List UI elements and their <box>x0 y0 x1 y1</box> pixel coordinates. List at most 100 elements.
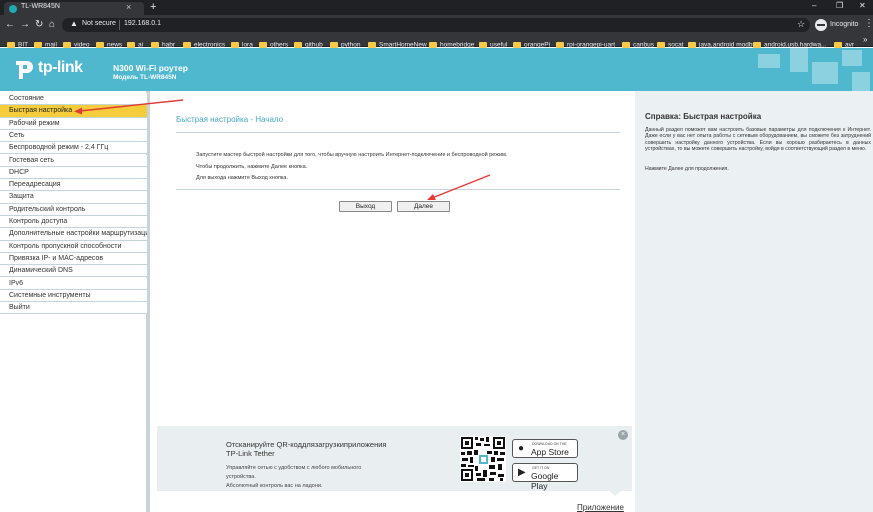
bookmark-item[interactable]: mail <box>34 36 57 48</box>
close-tab-icon[interactable]: × <box>126 2 131 12</box>
tab-title: TL-WR845N <box>21 3 60 10</box>
header-decoration <box>758 54 780 68</box>
folder-icon <box>63 41 71 48</box>
bookmark-item[interactable]: ai <box>127 36 143 48</box>
bookmark-item[interactable]: useful <box>479 36 507 48</box>
bookmark-item[interactable]: BIT <box>7 36 28 48</box>
url-text[interactable]: 192.168.0.1 <box>124 20 161 27</box>
incognito-label: Incognito <box>830 21 859 28</box>
folder-icon <box>368 41 376 48</box>
sidebar-item-bandwidth-control[interactable]: Контроль пропускной способности <box>0 240 147 253</box>
sidebar-item-access-control[interactable]: Контроль доступа <box>0 216 147 229</box>
app-link[interactable]: Приложение <box>577 503 624 512</box>
help-panel: Справка: Быстрая настройка Данный раздел… <box>635 91 873 512</box>
forward-icon[interactable]: → <box>20 19 30 31</box>
bookmark-item[interactable]: github <box>294 36 323 48</box>
sidebar-item-dhcp[interactable]: DHCP <box>0 166 147 180</box>
folder-icon <box>556 41 564 48</box>
sidebar-item-ddns[interactable]: Динамический DNS <box>0 265 147 278</box>
folder-icon <box>259 41 267 48</box>
bookmarks-bar: BIT mail video news ai habr electronics … <box>0 35 873 48</box>
exit-button[interactable]: Выход <box>339 201 392 212</box>
help-title: Справка: Быстрая настройка <box>645 112 762 121</box>
help-hint: Нажмите Далее для продолжения. <box>645 166 729 172</box>
bookmark-item[interactable]: video <box>63 36 90 48</box>
promo-title: Отсканируйте QR-коддлязагрузкиприложения <box>226 440 387 449</box>
folder-icon <box>127 41 135 48</box>
reload-icon[interactable]: ↻ <box>35 19 43 31</box>
header-decoration <box>852 72 870 91</box>
bookmark-item[interactable]: canbus <box>622 36 654 48</box>
browser-toolbar: ← → ↻ ⌂ ▲ Not secure 192.168.0.1 ☆ Incog… <box>0 15 873 35</box>
sidebar-item-parental-control[interactable]: Родительский контроль <box>0 203 147 216</box>
folder-icon <box>183 41 191 48</box>
promo-description: устройства. <box>226 474 256 480</box>
bookmark-item[interactable]: others <box>259 36 288 48</box>
promo-description: Управляйте сетью с удобством с любого мо… <box>226 465 362 471</box>
incognito-icon <box>815 19 827 31</box>
sidebar-item-forwarding[interactable]: Переадресация <box>0 179 147 192</box>
sidebar-item-network[interactable]: Сеть <box>0 129 147 143</box>
page-title: Быстрая настройка - Начало <box>176 115 284 124</box>
more-bookmarks-icon[interactable]: » <box>863 35 867 44</box>
folder-icon <box>7 41 15 48</box>
bookmark-item[interactable]: electronics <box>183 36 225 48</box>
sidebar-item-logout[interactable]: Выйти <box>0 302 147 315</box>
bookmark-item[interactable]: rpi-orangepi-uart <box>556 36 615 48</box>
address-bar[interactable]: ▲ Not secure 192.168.0.1 <box>62 18 810 32</box>
bookmark-item[interactable]: lora <box>231 36 253 48</box>
bookmark-item[interactable]: homebridge <box>429 36 474 48</box>
folder-icon <box>622 41 630 48</box>
browser-tab[interactable]: TL-WR845N × <box>4 2 144 15</box>
kebab-menu-icon[interactable]: ⋮ <box>864 18 873 29</box>
warning-icon[interactable]: ▲ <box>70 19 78 28</box>
bookmark-item[interactable]: java,android modbus <box>688 36 759 48</box>
sidebar-item-ipv6[interactable]: IPv6 <box>0 277 147 290</box>
tplink-logo-icon <box>16 61 33 79</box>
sidebar-item-security[interactable]: Защита <box>0 191 147 204</box>
browser-tabstrip: TL-WR845N × + – ❐ ✕ <box>0 0 873 15</box>
folder-icon <box>330 41 338 48</box>
app-store-button[interactable]: ● DOWNLOAD ON THE App Store <box>512 439 578 458</box>
window-close-icon[interactable]: ✕ <box>859 1 866 10</box>
intro-text: Запустите мастер быстрой настройки для т… <box>196 152 508 158</box>
help-text: Данный раздел поможет вам настроить базо… <box>645 127 871 153</box>
bookmark-item[interactable]: habr <box>151 36 175 48</box>
pointer-notch <box>609 491 621 496</box>
sidebar-item-system-tools[interactable]: Системные инструменты <box>0 289 147 303</box>
security-label[interactable]: Not secure <box>82 20 116 27</box>
store-name: Google Play <box>531 471 559 491</box>
folder-icon <box>479 41 487 48</box>
sidebar-item-status[interactable]: Состояние <box>0 93 147 106</box>
back-icon[interactable]: ← <box>5 19 15 31</box>
bookmark-item[interactable]: socat <box>657 36 684 48</box>
close-icon[interactable]: × <box>618 430 628 440</box>
incognito-indicator[interactable]: Incognito <box>815 19 859 31</box>
minimize-icon[interactable]: – <box>812 1 816 10</box>
header-decoration <box>790 48 808 72</box>
sidebar-item-quick-setup[interactable]: Быстрая настройка <box>0 105 147 118</box>
bookmark-item[interactable]: SmartHomeNew <box>368 36 427 48</box>
bookmark-star-icon[interactable]: ☆ <box>797 19 805 30</box>
bookmark-item[interactable]: android.usb.hardwa... <box>753 36 827 48</box>
next-button[interactable]: Далее <box>397 201 450 212</box>
new-tab-button[interactable]: + <box>150 1 156 13</box>
home-icon[interactable]: ⌂ <box>49 19 55 31</box>
google-play-button[interactable]: ▶ GET IT ON Google Play <box>512 463 578 491</box>
bookmark-item[interactable]: news <box>96 36 122 48</box>
sidebar-item-wireless[interactable]: Беспроводной режим - 2,4 ГГц <box>0 142 147 155</box>
promo-app-name: TP-Link Tether <box>226 449 275 458</box>
folder-icon <box>834 41 842 48</box>
sidebar-item-ip-mac-binding[interactable]: Привязка IP- и MAC-адресов <box>0 252 147 266</box>
restore-icon[interactable]: ❐ <box>836 1 843 10</box>
bookmark-item[interactable]: orangePi <box>513 36 550 48</box>
folder-icon <box>657 41 665 48</box>
sidebar-item-operation-mode[interactable]: Рабочий режим <box>0 117 147 130</box>
play-icon: ▶ <box>518 467 526 478</box>
sidebar-item-advanced-routing[interactable]: Дополнительные настройки маршрутизации <box>0 228 147 241</box>
folder-icon <box>688 41 696 48</box>
sidebar-item-guest-network[interactable]: Гостевая сеть <box>0 154 147 167</box>
bookmark-item[interactable]: python <box>330 36 361 48</box>
model-title: N300 Wi-Fi роутер <box>113 63 188 73</box>
bookmark-item[interactable]: avr <box>834 36 854 48</box>
